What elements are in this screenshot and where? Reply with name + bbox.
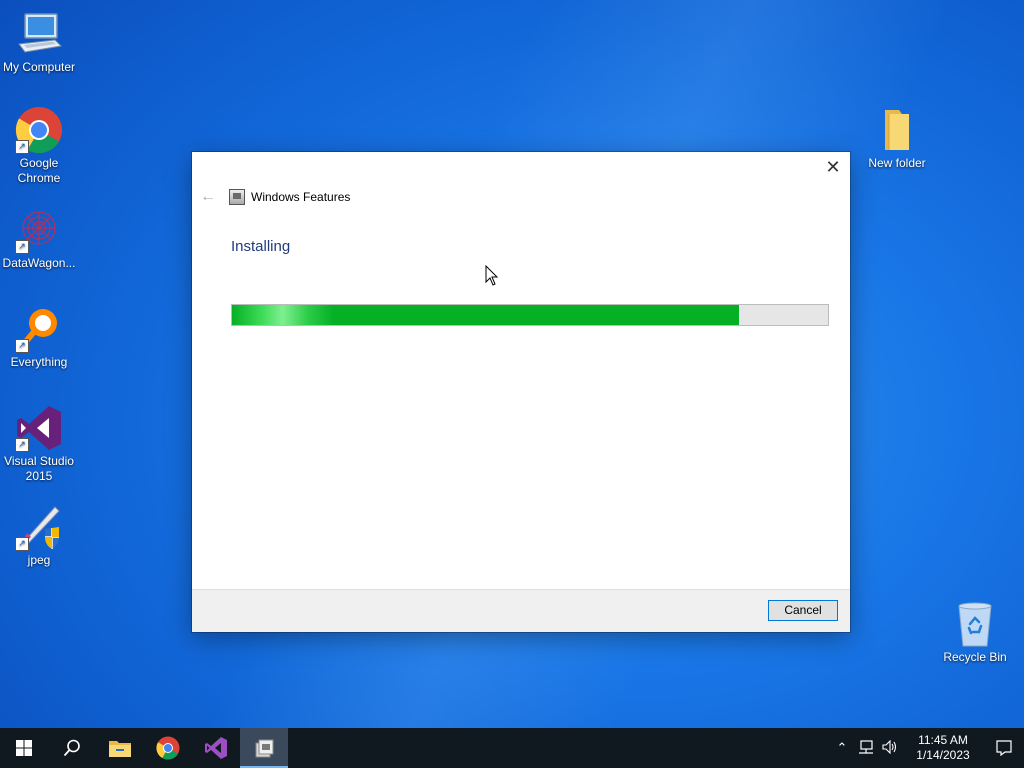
folder-icon bbox=[873, 106, 921, 154]
desktop-icon-jpeg[interactable]: ↗ jpeg bbox=[0, 503, 78, 568]
search-button[interactable] bbox=[48, 728, 96, 768]
start-icon bbox=[16, 740, 32, 756]
status-heading: Installing bbox=[231, 238, 291, 255]
network-icon[interactable] bbox=[854, 739, 878, 757]
shortcut-arrow-icon: ↗ bbox=[15, 339, 29, 353]
shortcut-arrow-icon: ↗ bbox=[15, 438, 29, 452]
volume-icon[interactable] bbox=[878, 739, 902, 757]
chrome-icon: ↗ bbox=[15, 106, 63, 154]
windows-features-icon bbox=[229, 189, 245, 205]
show-hidden-icons-chevron-icon[interactable]: ⌃ bbox=[830, 740, 854, 756]
file-explorer-icon bbox=[109, 741, 131, 757]
desktop-icon-visual-studio-2015[interactable]: ↗ Visual Studio 2015 bbox=[0, 404, 78, 484]
taskbar-visual-studio[interactable] bbox=[192, 728, 240, 768]
desktop-icon-my-computer[interactable]: My Computer bbox=[0, 10, 78, 75]
mouse-cursor-icon bbox=[485, 264, 499, 292]
desktop-icon-label: Visual Studio 2015 bbox=[4, 454, 74, 483]
desktop-icon-label: jpeg bbox=[27, 553, 51, 567]
desktop-icon-google-chrome[interactable]: ↗ Google Chrome bbox=[0, 106, 78, 186]
clock-time: 11:45 AM bbox=[918, 733, 968, 747]
start-button[interactable] bbox=[0, 728, 48, 768]
taskbar-windows-features[interactable] bbox=[240, 728, 288, 768]
desktop-icon-recycle-bin[interactable]: Recycle Bin bbox=[936, 600, 1014, 665]
shortcut-arrow-icon: ↗ bbox=[15, 240, 29, 254]
windows-features-dialog: ✕ ← Windows Features Installing Cancel bbox=[192, 152, 850, 632]
visual-studio-icon bbox=[205, 737, 227, 759]
desktop-icon-label: Google Chrome bbox=[17, 156, 61, 185]
visual-studio-icon: ↗ bbox=[15, 404, 63, 452]
taskbar: ⌃ 11:45 AM 1/14/2023 bbox=[0, 728, 1024, 768]
desktop-icon-everything[interactable]: ↗ Everything bbox=[0, 305, 78, 370]
desktop-icon-label: Recycle Bin bbox=[943, 650, 1007, 664]
computer-icon bbox=[15, 10, 63, 58]
desktop-icon-label: DataWagon... bbox=[2, 256, 76, 270]
clock[interactable]: 11:45 AM 1/14/2023 bbox=[908, 733, 978, 763]
datawagon-icon: ↗ bbox=[15, 206, 63, 254]
action-center-button[interactable] bbox=[984, 740, 1024, 756]
clock-date: 1/14/2023 bbox=[916, 748, 970, 762]
taskbar-file-explorer[interactable] bbox=[96, 728, 144, 768]
desktop-icon-new-folder[interactable]: New folder bbox=[858, 106, 936, 171]
desktop-icon-label: Everything bbox=[10, 355, 68, 369]
progress-fill bbox=[232, 305, 739, 325]
notification-icon bbox=[996, 740, 1012, 756]
desktop-icon-label: My Computer bbox=[2, 60, 76, 74]
desktop-icon-datawagon[interactable]: ↗ DataWagon... bbox=[0, 206, 78, 271]
desktop-icon-label: New folder bbox=[868, 156, 926, 170]
everything-search-icon: ↗ bbox=[15, 305, 63, 353]
install-progress-bar bbox=[231, 304, 829, 326]
chrome-icon bbox=[156, 736, 180, 760]
jpeg-file-icon: ↗ bbox=[15, 503, 63, 551]
back-arrow-icon[interactable]: ← bbox=[200, 188, 216, 206]
recycle-bin-icon bbox=[951, 600, 999, 648]
shortcut-arrow-icon: ↗ bbox=[15, 140, 29, 154]
windows-features-icon bbox=[255, 739, 274, 758]
shortcut-arrow-icon: ↗ bbox=[15, 537, 29, 551]
cancel-button[interactable]: Cancel bbox=[768, 600, 838, 621]
taskbar-chrome[interactable] bbox=[144, 728, 192, 768]
dialog-title: Windows Features bbox=[251, 190, 351, 204]
search-icon bbox=[63, 739, 80, 757]
system-tray: ⌃ 11:45 AM 1/14/2023 bbox=[830, 728, 1024, 768]
close-button[interactable]: ✕ bbox=[824, 158, 842, 176]
dialog-header: Windows Features bbox=[229, 189, 350, 205]
dialog-footer: Cancel bbox=[192, 589, 850, 632]
